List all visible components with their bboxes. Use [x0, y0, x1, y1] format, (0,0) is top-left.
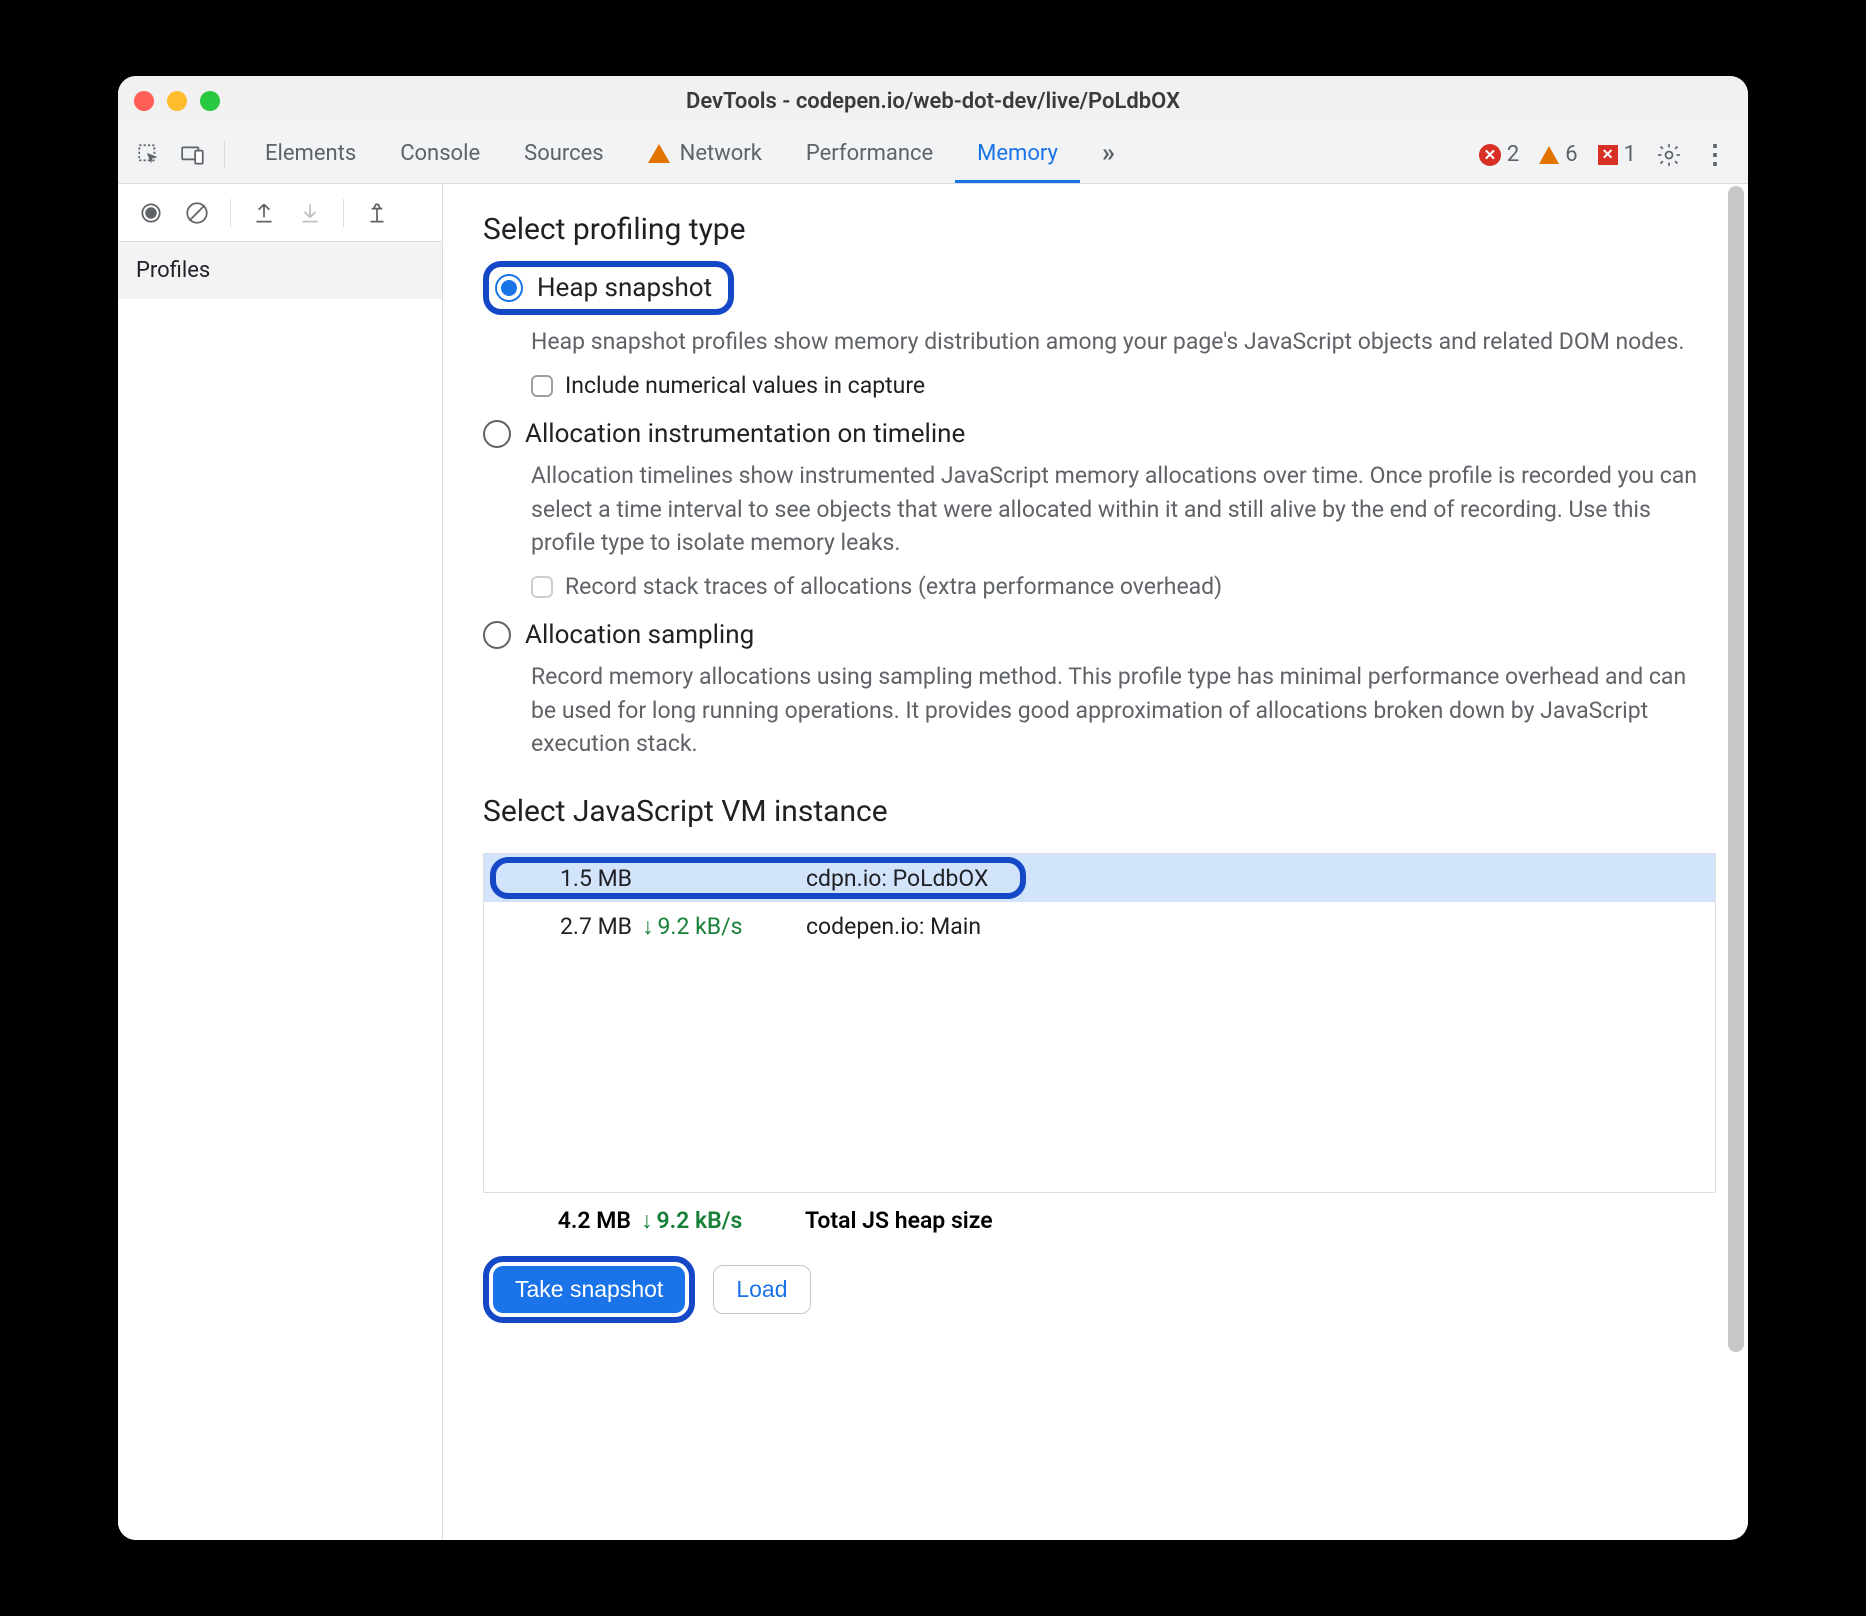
devtools-window: DevTools - codepen.io/web-dot-dev/live/P… — [118, 76, 1748, 1540]
body: Profiles Select profiling type Heap snap… — [118, 184, 1748, 1540]
tab-label: Elements — [265, 141, 356, 166]
tab-sources[interactable]: Sources — [502, 126, 626, 183]
divider — [343, 199, 344, 227]
radio-label: Heap snapshot — [537, 273, 712, 303]
radio-icon — [483, 621, 511, 649]
issues-badge[interactable]: ✕1 — [1598, 142, 1636, 167]
issues-count: 1 — [1624, 142, 1636, 167]
inspect-element-icon[interactable] — [136, 142, 162, 168]
vm-origin: codepen.io: Main — [802, 913, 1715, 940]
total-rate: ↓9.2 kB/s — [641, 1207, 801, 1234]
tab-label: Console — [400, 141, 480, 166]
tab-label: Sources — [524, 141, 604, 166]
maximize-window-button[interactable] — [200, 91, 220, 111]
chevron-double-right-icon: » — [1102, 138, 1113, 168]
error-icon: ✕ — [1479, 144, 1501, 166]
take-snapshot-button[interactable]: Take snapshot — [493, 1266, 685, 1313]
vm-table: 1.5 MB cdpn.io: PoLdbOX 2.7 MB ↓9.2 kB/s… — [483, 853, 1716, 1193]
ptype-sampling: Allocation sampling Record memory alloca… — [483, 620, 1716, 770]
tab-network[interactable]: Network — [626, 126, 784, 183]
check-record-stack-traces[interactable]: Record stack traces of allocations (extr… — [531, 573, 1716, 600]
vm-rate: ↓9.2 kB/s — [642, 913, 802, 940]
vm-size: 1.5 MB — [512, 865, 642, 892]
vm-instance-heading: Select JavaScript VM instance — [483, 794, 1716, 829]
tab-elements[interactable]: Elements — [243, 126, 378, 183]
profiles-list: Profiles — [118, 242, 442, 299]
down-arrow-icon: ↓ — [642, 913, 654, 940]
checkbox-icon — [531, 375, 553, 397]
vm-total-row: 4.2 MB ↓9.2 kB/s Total JS heap size — [483, 1193, 1716, 1234]
check-include-numerical[interactable]: Include numerical values in capture — [531, 372, 1716, 399]
ptype-desc: Record memory allocations using sampling… — [531, 660, 1716, 760]
tab-memory[interactable]: Memory — [955, 126, 1080, 183]
errors-count: 2 — [1507, 142, 1519, 167]
ptype-heap: Heap snapshot Heap snapshot profiles sho… — [483, 261, 1716, 399]
warning-icon — [1539, 146, 1559, 164]
checkbox-label: Record stack traces of allocations (extr… — [565, 573, 1222, 600]
radio-allocation-timeline[interactable]: Allocation instrumentation on timeline — [483, 419, 1716, 449]
radio-icon — [483, 420, 511, 448]
tab-console[interactable]: Console — [378, 126, 502, 183]
scrollbar-thumb[interactable] — [1728, 186, 1744, 1352]
window-title: DevTools - codepen.io/web-dot-dev/live/P… — [118, 89, 1748, 114]
tab-label: Performance — [806, 141, 933, 166]
tab-label: Memory — [977, 141, 1058, 166]
radio-icon — [495, 274, 523, 302]
sidebar: Profiles — [118, 184, 443, 1540]
close-window-button[interactable] — [134, 91, 154, 111]
vm-size: 2.7 MB — [512, 913, 642, 940]
issue-icon: ✕ — [1598, 145, 1618, 165]
actions: Take snapshot Load — [483, 1256, 1716, 1323]
divider — [224, 141, 225, 169]
vm-origin: cdpn.io: PoLdbOX — [802, 865, 1715, 892]
titlebar: DevTools - codepen.io/web-dot-dev/live/P… — [118, 76, 1748, 126]
profiles-header[interactable]: Profiles — [118, 242, 442, 299]
checkbox-icon — [531, 576, 553, 598]
clear-icon[interactable] — [184, 200, 210, 226]
main-panel: Select profiling type Heap snapshot Heap… — [443, 184, 1748, 1540]
more-menu-icon[interactable]: ⋮ — [1702, 140, 1728, 170]
ptype-desc: Allocation timelines show instrumented J… — [531, 459, 1716, 559]
down-arrow-icon: ↓ — [641, 1207, 653, 1234]
scrollbar[interactable] — [1726, 184, 1746, 1540]
radio-heap-snapshot[interactable]: Heap snapshot — [483, 261, 734, 315]
warnings-badge[interactable]: 6 — [1539, 142, 1577, 167]
device-toolbar-icon[interactable] — [180, 142, 206, 168]
total-size: 4.2 MB — [511, 1207, 641, 1234]
settings-icon[interactable] — [1656, 142, 1682, 168]
radio-label: Allocation sampling — [525, 620, 754, 650]
vm-row[interactable]: 2.7 MB ↓9.2 kB/s codepen.io: Main — [484, 902, 1715, 950]
total-label: Total JS heap size — [801, 1207, 993, 1234]
minimize-window-button[interactable] — [167, 91, 187, 111]
radio-label: Allocation instrumentation on timeline — [525, 419, 965, 449]
tab-label: Network — [680, 141, 762, 166]
ptype-timeline: Allocation instrumentation on timeline A… — [483, 419, 1716, 600]
sidebar-toolbar — [118, 184, 442, 242]
warning-icon — [648, 144, 670, 163]
radio-allocation-sampling[interactable]: Allocation sampling — [483, 620, 1716, 650]
divider — [230, 199, 231, 227]
garbage-collect-icon[interactable] — [364, 200, 390, 226]
checkbox-label: Include numerical values in capture — [565, 372, 925, 399]
warnings-count: 6 — [1565, 142, 1577, 167]
take-snapshot-highlight: Take snapshot — [483, 1256, 695, 1323]
tabs-overflow[interactable]: » — [1080, 126, 1135, 183]
errors-badge[interactable]: ✕2 — [1479, 142, 1519, 167]
load-button[interactable]: Load — [713, 1265, 810, 1314]
vm-row[interactable]: 1.5 MB cdpn.io: PoLdbOX — [484, 854, 1715, 902]
profiling-type-heading: Select profiling type — [483, 212, 1716, 247]
upload-icon[interactable] — [251, 200, 277, 226]
ptype-desc: Heap snapshot profiles show memory distr… — [531, 325, 1716, 358]
tabs: Elements Console Sources Network Perform… — [243, 126, 1135, 183]
traffic-lights — [134, 91, 220, 111]
tabstrip: Elements Console Sources Network Perform… — [118, 126, 1748, 184]
tabstrip-left — [118, 126, 243, 183]
record-icon[interactable] — [138, 200, 164, 226]
download-icon[interactable] — [297, 200, 323, 226]
tabstrip-right: ✕2 6 ✕1 ⋮ — [1459, 126, 1748, 183]
tab-performance[interactable]: Performance — [784, 126, 955, 183]
